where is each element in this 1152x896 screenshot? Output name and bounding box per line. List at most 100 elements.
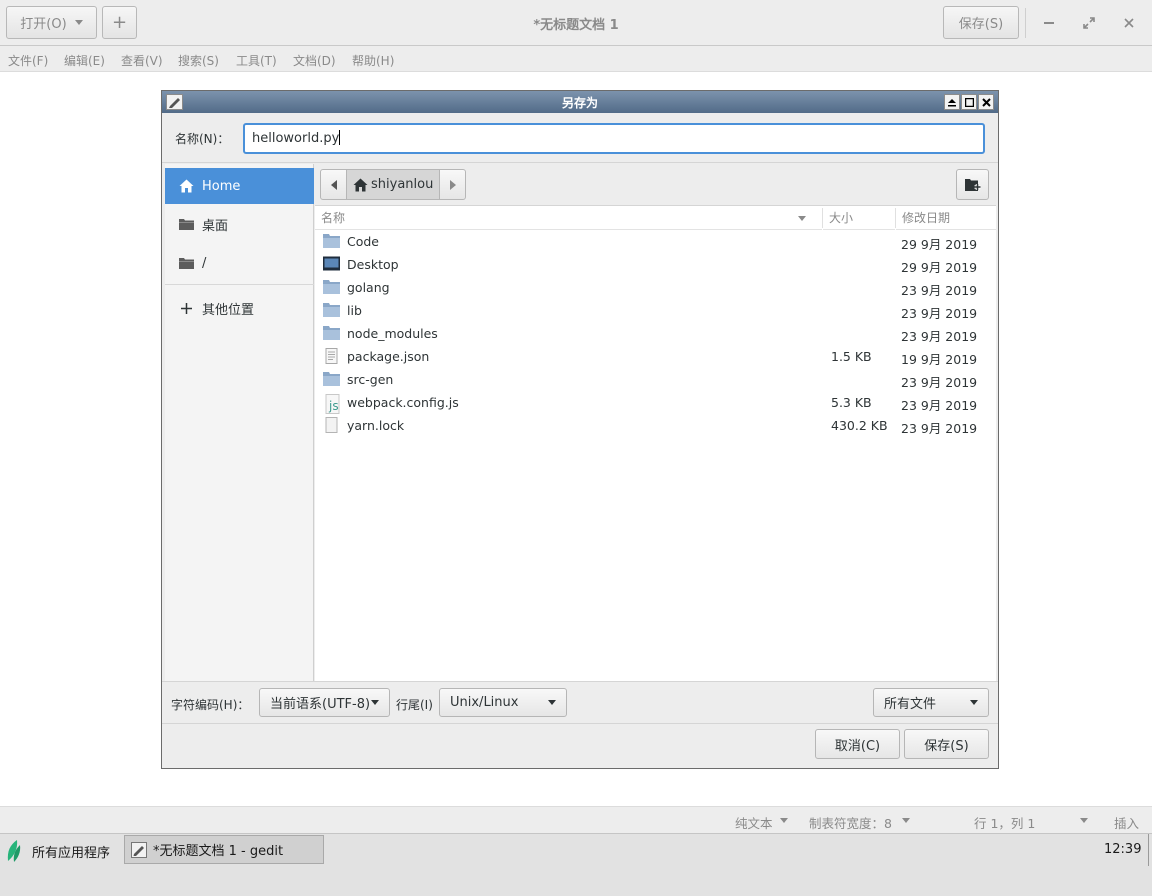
- desktop-folder-icon: [323, 256, 340, 272]
- folder-icon: [323, 325, 340, 341]
- folder-icon: [323, 302, 340, 318]
- column-header-name[interactable]: 名称: [315, 206, 822, 230]
- encoding-label: 字符编码(H)：: [171, 698, 250, 712]
- sidebar-item-other-locations[interactable]: 其他位置: [165, 290, 314, 326]
- sidebar-item-label: /: [202, 255, 207, 271]
- cursor-position[interactable]: 行 1，列 1: [974, 813, 1035, 832]
- sidebar-item-home[interactable]: Home: [165, 168, 314, 204]
- file-name: package.json: [347, 349, 430, 364]
- restore-icon[interactable]: [1078, 12, 1100, 34]
- menubar: 文件(F) 编辑(E) 查看(V) 搜索(S) 工具(T) 文档(D) 帮助(H…: [0, 46, 1152, 72]
- file-name: webpack.config.js: [347, 395, 459, 410]
- file-name: node_modules: [347, 326, 438, 341]
- column-header-modified[interactable]: 修改日期: [896, 206, 996, 230]
- status-bar: 纯文本 制表符宽度：8 行 1，列 1 插入: [0, 806, 1152, 833]
- path-crumb-home[interactable]: shiyanlou: [346, 170, 441, 199]
- divider: [162, 162, 998, 163]
- taskbar-window-gedit[interactable]: *无标题文档 1 - gedit: [124, 835, 324, 864]
- text-file-icon: [323, 348, 340, 364]
- column-header-size[interactable]: 大小: [823, 206, 895, 230]
- dialog-close-icon[interactable]: [978, 94, 994, 110]
- cancel-button-label: 取消(C): [834, 738, 881, 754]
- maximize-icon[interactable]: [961, 94, 977, 110]
- menu-view[interactable]: 查看(V): [121, 52, 163, 69]
- folder-icon: [323, 233, 340, 249]
- all-apps-button[interactable]: 所有应用程序: [4, 838, 110, 864]
- menu-file[interactable]: 文件(F): [8, 52, 48, 69]
- file-row[interactable]: golang 23 9月 2019: [315, 276, 996, 299]
- encoding-select[interactable]: 当前语系(UTF-8): [259, 688, 390, 717]
- sidebar-item-desktop[interactable]: 桌面: [165, 206, 314, 242]
- chevron-down-icon: [780, 818, 788, 823]
- file-name: Desktop: [347, 257, 399, 272]
- sidebar-item-label: 桌面: [202, 218, 229, 234]
- taskbar-window-label: *无标题文档 1 - gedit: [153, 844, 284, 859]
- file-date: 23 9月 2019: [901, 283, 978, 298]
- header-save-label: 保存(S): [958, 17, 1004, 32]
- dialog-title: 另存为: [561, 96, 598, 110]
- file-row[interactable]: Desktop 29 9月 2019: [315, 253, 996, 276]
- file-name: yarn.lock: [347, 418, 405, 433]
- create-folder-button[interactable]: [956, 169, 989, 200]
- file-row[interactable]: yarn.lock 430.2 KB 23 9月 2019: [315, 414, 996, 437]
- file-date: 29 9月 2019: [901, 260, 978, 275]
- file-filter-value: 所有文件: [884, 697, 937, 712]
- file-row[interactable]: Code 29 9月 2019: [315, 230, 996, 253]
- header-bar: 打开(O) + *无标题文档 1 保存(S): [0, 0, 1152, 46]
- plus-icon: [178, 300, 194, 316]
- js-file-icon: js: [323, 394, 340, 414]
- save-button[interactable]: 保存(S): [904, 729, 989, 759]
- column-modified-label: 修改日期: [902, 211, 951, 225]
- eject-icon[interactable]: [944, 94, 960, 110]
- save-as-dialog: 另存为 名称(N)： helloworld.py Home 桌面 / 其他位置 …: [161, 90, 999, 769]
- path-crumb-label: shiyanlou: [371, 177, 434, 192]
- menu-search[interactable]: 搜索(S): [178, 52, 219, 69]
- file-filter-select[interactable]: 所有文件: [873, 688, 989, 717]
- chevron-down-icon: [548, 700, 556, 705]
- insert-mode: 插入: [1114, 816, 1140, 831]
- path-forward-button[interactable]: [440, 170, 465, 199]
- header-save-button[interactable]: 保存(S): [943, 6, 1019, 39]
- file-date: 23 9月 2019: [901, 398, 978, 413]
- file-icon: [323, 417, 340, 433]
- file-date: 23 9月 2019: [901, 375, 978, 390]
- name-label: 名称(N)：: [175, 132, 230, 146]
- tab-width-selector[interactable]: 制表符宽度：8: [809, 813, 892, 832]
- path-bar: shiyanlou: [320, 169, 467, 200]
- file-name: golang: [347, 280, 390, 295]
- chevron-right-icon: [449, 179, 456, 190]
- file-date: 29 9月 2019: [901, 237, 978, 252]
- language-selector[interactable]: 纯文本: [735, 813, 773, 832]
- minimize-icon[interactable]: [1038, 12, 1060, 34]
- line-ending-value: Unix/Linux: [450, 695, 519, 710]
- menu-tools[interactable]: 工具(T): [236, 52, 277, 69]
- chevron-left-icon: [330, 179, 337, 190]
- menu-documents[interactable]: 文档(D): [293, 52, 336, 69]
- sidebar-divider: [165, 284, 314, 285]
- dialog-title-bar[interactable]: 另存为: [162, 91, 998, 113]
- all-apps-label: 所有应用程序: [32, 845, 111, 861]
- text-caret: [339, 130, 341, 145]
- file-row[interactable]: package.json 1.5 KB 19 9月 2019: [315, 345, 996, 368]
- file-row[interactable]: node_modules 23 9月 2019: [315, 322, 996, 345]
- filename-input[interactable]: helloworld.py: [243, 123, 985, 154]
- file-date: 19 9月 2019: [901, 352, 978, 367]
- sidebar-item-root[interactable]: /: [165, 245, 314, 281]
- file-date: 23 9月 2019: [901, 421, 978, 436]
- taskbar-edge: [1148, 834, 1149, 866]
- file-row[interactable]: src-gen 23 9月 2019: [315, 368, 996, 391]
- chevron-down-icon: [970, 700, 978, 705]
- line-ending-select[interactable]: Unix/Linux: [439, 688, 567, 717]
- places-sidebar: Home 桌面 / 其他位置: [165, 164, 314, 681]
- menu-edit[interactable]: 编辑(E): [64, 52, 105, 69]
- file-list: 名称 大小 修改日期 Code 29 9月 2019 Desktop 29 9月…: [315, 205, 996, 681]
- text-editor-icon: [131, 841, 147, 858]
- cancel-button[interactable]: 取消(C): [815, 729, 900, 759]
- menu-help[interactable]: 帮助(H): [352, 52, 394, 69]
- file-name: Code: [347, 234, 380, 249]
- file-row[interactable]: js webpack.config.js 5.3 KB 23 9月 2019: [315, 391, 996, 414]
- path-back-button[interactable]: [321, 170, 346, 199]
- close-icon[interactable]: [1118, 12, 1140, 34]
- clock: 12:39: [1104, 842, 1142, 857]
- file-row[interactable]: lib 23 9月 2019: [315, 299, 996, 322]
